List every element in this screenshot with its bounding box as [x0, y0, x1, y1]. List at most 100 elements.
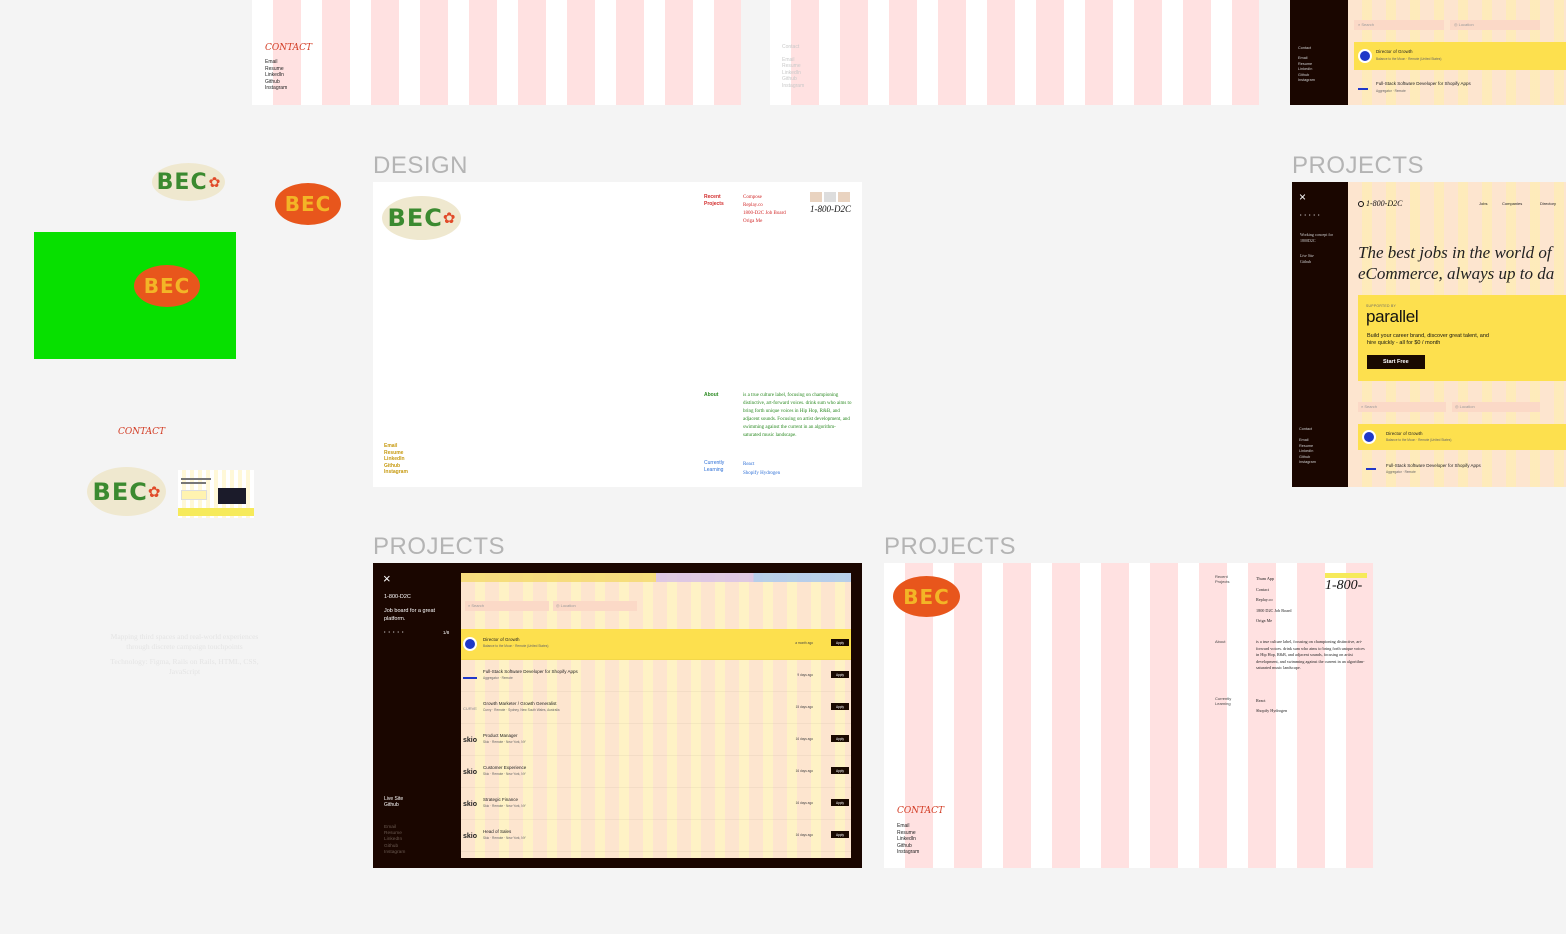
- project-link[interactable]: Replay.co: [743, 202, 786, 210]
- contact-block-faded: Contact Email Resume LinkedIn Github Ins…: [782, 44, 804, 89]
- contact-heading: CONTACT: [118, 427, 166, 437]
- apply-button[interactable]: Apply: [831, 767, 849, 774]
- link-instagram[interactable]: Instagram: [782, 83, 804, 90]
- project-link[interactable]: Origa Me: [743, 218, 786, 226]
- company-logo-icon: skio: [463, 800, 478, 808]
- project-link[interactable]: Origa Me: [1256, 616, 1291, 627]
- link-instagram[interactable]: Instagram: [384, 850, 405, 856]
- slide-dots[interactable]: • • • • •: [1300, 212, 1320, 217]
- project-link[interactable]: 1800-D2C Job Board: [743, 210, 786, 218]
- grid-overlay: [252, 0, 741, 105]
- apply-button[interactable]: Apply: [831, 831, 849, 838]
- job-meta: Aggregator · Remote: [483, 676, 513, 680]
- about-label: About: [1215, 639, 1226, 644]
- job-meta: Aggregator · Remote: [1386, 470, 1416, 474]
- project-link[interactable]: Contact: [1256, 585, 1291, 596]
- start-free-button[interactable]: Start Free: [1367, 355, 1425, 369]
- link-instagram[interactable]: Instagram: [384, 469, 408, 476]
- apply-button[interactable]: Apply: [831, 671, 849, 678]
- job-posted-time: 9 days ago: [797, 673, 813, 677]
- flower-icon: ✿: [442, 210, 456, 227]
- sidebar-contact: Contact Email Resume LinkedIn Github Ins…: [1299, 427, 1316, 465]
- link-linkedin[interactable]: LinkedIn: [1299, 449, 1316, 454]
- slide-counter: 1/8: [443, 630, 450, 635]
- location-input[interactable]: ◎ Location: [1450, 20, 1540, 30]
- github-link[interactable]: Github: [384, 802, 399, 808]
- job-meta: Skio · Remote · New York, NY: [483, 804, 526, 808]
- top-frame-1: CONTACT Email Resume LinkedIn Github Ins…: [252, 0, 741, 105]
- top-frame-2: Contact Email Resume LinkedIn Github Ins…: [770, 0, 1259, 105]
- job-row[interactable]: skio Head of Sales Skio · Remote · New Yor…: [461, 821, 851, 852]
- project-link[interactable]: Thum App: [1256, 574, 1291, 585]
- green-screen-canvas: BEC: [34, 232, 236, 359]
- contact-links: Email Resume LinkedIn Github Instagram: [384, 443, 408, 476]
- link-linkedin[interactable]: LinkedIn: [384, 456, 408, 463]
- search-input[interactable]: ⌕ Search: [1358, 402, 1446, 412]
- link-linkedin[interactable]: LinkedIn: [1298, 67, 1315, 72]
- close-icon[interactable]: ×: [383, 571, 391, 586]
- job-row[interactable]: skio Product Manager Skio · Remote · New Y…: [461, 725, 851, 756]
- contact-heading: CONTACT: [265, 43, 313, 53]
- learning-item: Shopify Hydrogen: [743, 471, 781, 476]
- link-instagram[interactable]: Instagram: [1298, 78, 1315, 83]
- nav-directory[interactable]: Directory: [1540, 201, 1556, 206]
- projects-job-board-frame: × 1-800-D2C Job board for a great platfo…: [373, 563, 862, 868]
- search-input[interactable]: ⌕ Search: [465, 601, 549, 611]
- nav-companies[interactable]: Companies: [1502, 201, 1522, 206]
- job-board-screenshot: ⌕ Search ◎ Location Director of Growth Ba…: [461, 573, 851, 858]
- link-instagram[interactable]: Instagram: [265, 85, 287, 92]
- link-linkedin[interactable]: LinkedIn: [265, 72, 287, 79]
- recent-projects-label: Recent Projects: [1215, 574, 1230, 584]
- nav-jobs[interactable]: Jobs: [1479, 201, 1487, 206]
- location-input[interactable]: ◎ Location: [553, 601, 637, 611]
- project-thumbnail[interactable]: 1-800-D2C: [810, 192, 852, 222]
- link-linkedin[interactable]: LinkedIn: [897, 836, 919, 843]
- site-thumbnail[interactable]: [178, 470, 254, 518]
- project-thumbnail[interactable]: 1-800-: [1325, 573, 1367, 599]
- project-tagline: Job board for a great platform.: [384, 608, 436, 622]
- location-input[interactable]: ◎ Location: [1452, 402, 1540, 412]
- slide-dots[interactable]: • • • • •: [384, 629, 404, 634]
- apply-button[interactable]: Apply: [831, 703, 849, 710]
- brand-name[interactable]: 1-800-D2C: [1366, 199, 1402, 208]
- job-row[interactable]: skio Customer Experience Skio · Remote · N…: [461, 757, 851, 788]
- job-posted-time: 16 days ago: [795, 833, 813, 837]
- job-row[interactable]: CURVE Growth Marketer / Growth Generalist…: [461, 693, 851, 724]
- about-text: is a true culture label, focusing on cha…: [743, 393, 852, 438]
- live-site-link[interactable]: Live Site: [1300, 253, 1314, 258]
- job-posted-time: 16 days ago: [795, 801, 813, 805]
- search-input[interactable]: ⌕ Search: [1354, 20, 1444, 30]
- company-logo-icon: [1362, 430, 1376, 444]
- grid-overlay: [884, 563, 1373, 868]
- hero-heading: The best jobs in the world of eCommerce,…: [1358, 243, 1555, 283]
- job-meta: Skio · Remote · New York, NY: [483, 740, 526, 744]
- job-title: Head of Sales: [483, 829, 512, 834]
- apply-button[interactable]: Apply: [831, 799, 849, 806]
- flower-icon: ✿: [208, 173, 221, 190]
- project-link[interactable]: Replay.co: [1256, 595, 1291, 606]
- job-row-highlighted[interactable]: [1354, 42, 1566, 70]
- section-label-projects: PROJECTS: [1292, 152, 1425, 179]
- link-resume[interactable]: Resume: [782, 63, 804, 70]
- job-row[interactable]: Director of Growth Balance to the Moon · …: [461, 629, 851, 660]
- brand-logo-icon: [1358, 201, 1364, 207]
- project-link[interactable]: 1800 D2C Job Board: [1256, 606, 1291, 617]
- project-link[interactable]: Compose: [743, 194, 786, 202]
- job-meta: Balance to the Moon · Remote (United Sta…: [1376, 57, 1442, 61]
- top-banner: [461, 573, 851, 582]
- flower-icon: ✿: [147, 483, 161, 501]
- recent-projects-label: Recent Projects: [704, 194, 724, 207]
- github-link[interactable]: Github: [1300, 259, 1311, 264]
- job-row[interactable]: Head of Growth: [461, 853, 851, 858]
- link-instagram[interactable]: Instagram: [897, 849, 919, 856]
- apply-button[interactable]: Apply: [831, 639, 849, 646]
- company-logo-icon: [463, 673, 477, 679]
- job-row[interactable]: skio Strategic Finance Skio · Remote · New…: [461, 789, 851, 820]
- job-row[interactable]: Full-Stack Software Developer for Shopif…: [461, 661, 851, 692]
- link-instagram[interactable]: Instagram: [1299, 460, 1316, 465]
- job-row-highlighted[interactable]: [1358, 424, 1566, 450]
- company-logo-icon: skio: [463, 832, 478, 840]
- job-meta: Skio · Remote · New York, NY: [483, 836, 526, 840]
- close-icon[interactable]: ×: [1299, 190, 1306, 204]
- apply-button[interactable]: Apply: [831, 735, 849, 742]
